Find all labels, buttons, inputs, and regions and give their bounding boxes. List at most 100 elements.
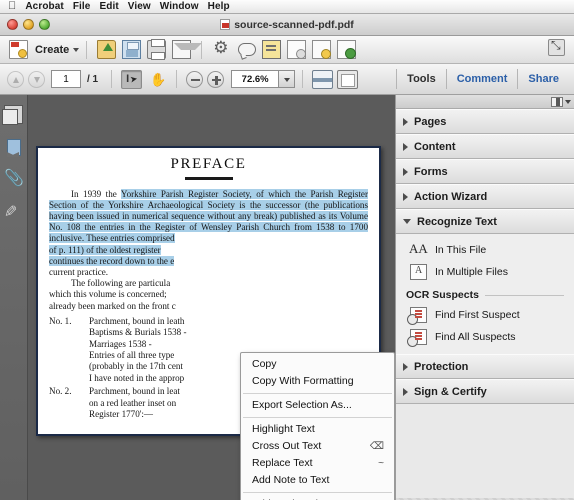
list-item: No. 1. Parchment, bound in leath: [49, 316, 368, 327]
menu-item-export-selection[interactable]: Export Selection As...: [241, 397, 394, 414]
paragraph-1-cont: of p. 111) of the oldest register: [49, 244, 368, 256]
menu-item-add-note-to-text[interactable]: Add Note to Text: [241, 472, 394, 489]
bookmarks-icon[interactable]: [4, 138, 23, 157]
next-page-button[interactable]: [28, 70, 45, 88]
backspace-icon: ⌫: [369, 441, 384, 452]
apple-logo-icon[interactable]: : [8, 1, 16, 12]
stamp-icon[interactable]: [262, 40, 282, 59]
menu-item-edit[interactable]: Edit: [99, 1, 118, 12]
panel-item-find-first-suspect[interactable]: Find First Suspect: [396, 304, 574, 326]
title-rule: [184, 177, 233, 180]
panel-section-protection[interactable]: Protection: [396, 354, 574, 379]
selected-text-3[interactable]: continues the record down to the e: [49, 255, 175, 266]
tab-comment[interactable]: Comment: [447, 64, 518, 95]
nav-divider-3: [302, 70, 304, 88]
panel-item-find-all-suspects-label: Find All Suspects: [435, 331, 516, 343]
menu-item-add-bookmark[interactable]: Add Bookmark: [241, 496, 394, 500]
chevron-down-icon[interactable]: [73, 47, 80, 52]
panel-item-in-multiple-files-label: In Multiple Files: [435, 266, 508, 278]
menu-item-copy-with-formatting[interactable]: Copy With Formatting: [241, 373, 394, 390]
comment-icon[interactable]: [237, 40, 257, 59]
panel-item-in-multiple-files[interactable]: In Multiple Files: [396, 261, 574, 283]
panel-section-sign-certify[interactable]: Sign & Certify: [396, 379, 574, 404]
export-doc-icon[interactable]: [337, 40, 357, 59]
save-icon[interactable]: [122, 40, 142, 59]
mac-menu-bar:  Acrobat File Edit View Window Help: [0, 0, 574, 14]
chevron-right-icon: [403, 387, 408, 396]
previous-page-button[interactable]: [7, 70, 24, 88]
tab-share[interactable]: Share: [518, 64, 569, 95]
paragraph-1-tail: current practice.: [49, 266, 109, 277]
chevron-right-icon: [403, 167, 408, 176]
fit-width-button[interactable]: [312, 69, 334, 89]
find-all-suspects-icon: [407, 329, 427, 347]
context-menu[interactable]: Copy Copy With Formatting Export Selecti…: [240, 352, 395, 500]
menu-item-highlight-text[interactable]: Highlight Text: [241, 421, 394, 438]
panel-item-in-this-file-label: In This File: [435, 244, 487, 256]
panel-top-bar: [396, 95, 574, 109]
panel-item-find-all-suspects[interactable]: Find All Suspects: [396, 326, 574, 348]
tab-tools[interactable]: Tools: [397, 64, 446, 95]
menu-item-add-note-to-text-label: Add Note to Text: [252, 474, 330, 486]
menu-item-cross-out-text[interactable]: Cross Out Text ⌫: [241, 438, 394, 455]
hand-tool-button[interactable]: [146, 70, 167, 89]
menu-divider-1: [243, 393, 392, 394]
sign-doc-icon[interactable]: [312, 40, 332, 59]
main-toolbar: Create: [0, 36, 574, 64]
panel-section-action-wizard[interactable]: Action Wizard: [396, 184, 574, 209]
print-icon[interactable]: [147, 39, 167, 60]
panel-section-pages[interactable]: Pages: [396, 109, 574, 134]
menu-item-copy[interactable]: Copy: [241, 356, 394, 373]
email-icon[interactable]: [172, 40, 203, 59]
panel-section-sign-certify-label: Sign & Certify: [414, 385, 487, 398]
select-tool-button[interactable]: [121, 69, 143, 89]
panel-item-in-this-file[interactable]: In This File: [396, 239, 574, 261]
menu-item-view[interactable]: View: [128, 1, 151, 12]
page-thumbnails-icon[interactable]: [2, 105, 23, 125]
selected-text-2[interactable]: of p. 111) of the oldest register: [49, 244, 161, 255]
paragraph-2a: The following are particula: [71, 278, 171, 289]
list-item-text: Parchment, bound in leath: [89, 315, 185, 326]
fit-page-button[interactable]: [337, 69, 359, 89]
attachments-icon[interactable]: [4, 168, 24, 190]
chevron-right-icon: [403, 362, 408, 371]
pdf-file-icon: [220, 19, 231, 30]
toolbar-right-group: [545, 38, 568, 61]
document-viewport[interactable]: PREFACE In 1939 the Yorkshire Parish Reg…: [28, 95, 395, 500]
signatures-icon[interactable]: [4, 204, 23, 223]
panel-section-content[interactable]: Content: [396, 134, 574, 159]
header-rule: [484, 294, 564, 296]
panel-section-forms[interactable]: Forms: [396, 159, 574, 184]
multiple-files-icon: [410, 264, 427, 280]
zoom-level-input[interactable]: 72.6%: [231, 70, 280, 88]
menu-item-file[interactable]: File: [73, 1, 91, 12]
page-number-input[interactable]: 1: [51, 70, 81, 88]
zoom-in-button[interactable]: [207, 70, 225, 88]
secure-doc-icon[interactable]: [287, 40, 307, 59]
settings-gear-icon[interactable]: [212, 38, 231, 59]
zoom-out-button[interactable]: [186, 70, 204, 88]
open-folder-icon[interactable]: [97, 40, 117, 59]
panel-section-recognize-text[interactable]: Recognize Text: [396, 209, 574, 234]
chevron-down-icon[interactable]: [565, 99, 571, 104]
tools-panel: Pages Content Forms Action Wizard Recogn…: [395, 95, 574, 500]
menu-item-window[interactable]: Window: [160, 1, 199, 12]
toolbar-tabs: Tools Comment Share: [396, 64, 569, 94]
find-first-suspect-icon: [407, 307, 427, 325]
paragraph-2c: already been marked on the front c: [49, 300, 176, 311]
menu-item-acrobat[interactable]: Acrobat: [25, 1, 63, 12]
panel-layout-icon[interactable]: [551, 96, 563, 107]
paragraph-1-cont2: continues the record down to the e: [49, 255, 368, 267]
left-navigation-rail: [0, 95, 28, 500]
panel-section-action-wizard-label: Action Wizard: [414, 190, 488, 203]
list-item-number: No. 2.: [49, 386, 72, 397]
create-button[interactable]: Create: [6, 40, 80, 59]
chevron-right-icon: [403, 142, 408, 151]
menu-item-help[interactable]: Help: [208, 1, 230, 12]
list-item-number: No. 1.: [49, 315, 72, 326]
menu-item-replace-text[interactable]: Replace Text ~: [241, 455, 394, 472]
fullscreen-icon[interactable]: [548, 38, 565, 56]
zoom-dropdown-button[interactable]: [279, 70, 296, 88]
menu-item-replace-text-label: Replace Text: [252, 457, 313, 469]
menu-item-copy-with-formatting-label: Copy With Formatting: [252, 375, 354, 387]
